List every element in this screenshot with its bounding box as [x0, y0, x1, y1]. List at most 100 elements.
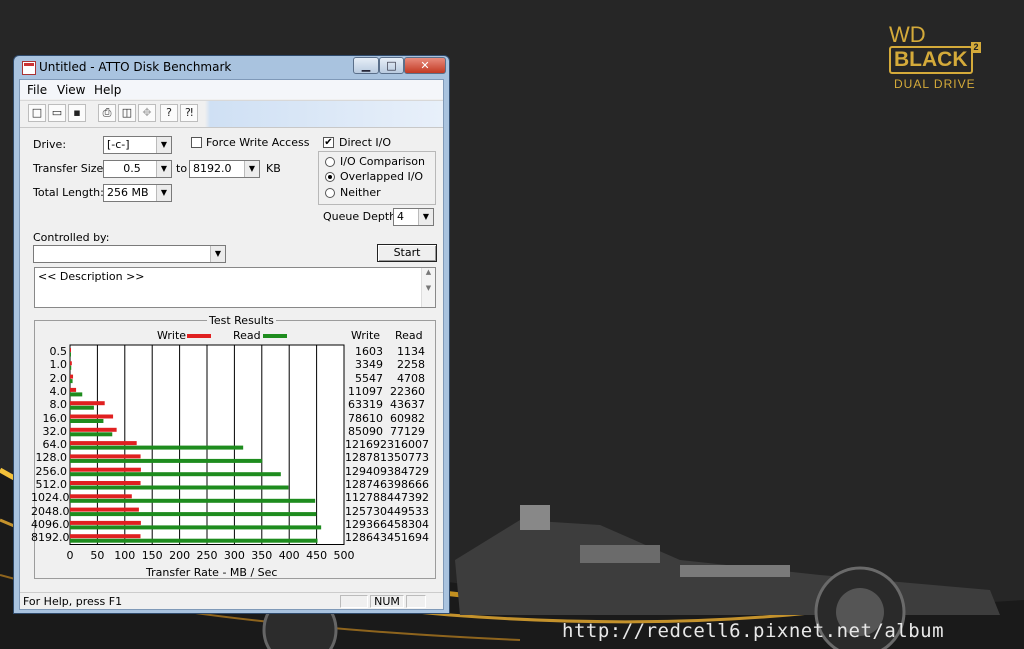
brand-black: BLACK 2	[889, 42, 981, 74]
maximize-button[interactable]: □	[379, 57, 404, 74]
write-value: 128643	[345, 531, 387, 545]
read-value: 451694	[387, 531, 429, 545]
y-tick-label: 64.0	[42, 438, 68, 452]
x-tick-label: 0	[66, 548, 74, 562]
y-tick-label: 4096.0	[31, 517, 70, 531]
x-tick-label: 450	[306, 548, 328, 562]
start-button[interactable]: Start	[377, 244, 437, 262]
app-icon	[22, 61, 36, 75]
atto-window: Untitled - ATTO Disk Benchmark ▁ □ ✕ Fil…	[13, 55, 450, 614]
y-tick-label: 8192.0	[31, 531, 70, 545]
queue-depth-select[interactable]: 4 ▼	[393, 208, 434, 226]
context-help-icon[interactable]: ⁈	[180, 104, 198, 122]
write-bar	[70, 534, 141, 539]
direct-io-checkbox[interactable]: ✔	[323, 137, 334, 148]
test-results-panel: Test Results Write Read Write Read 0.5 1.…	[31, 314, 436, 579]
write-bar	[70, 374, 74, 379]
drive-label: Drive:	[33, 138, 67, 151]
controlled-by-select[interactable]: ▼	[33, 245, 226, 263]
y-tick-label: 128.0	[35, 451, 68, 465]
y-tick-label: 512.0	[35, 478, 68, 491]
controlled-by-label: Controlled by:	[33, 231, 110, 244]
io-comparison-label: I/O Comparison	[340, 155, 425, 168]
status-pane-empty2	[406, 595, 426, 608]
brand-wd: WD	[889, 22, 926, 47]
read-bar	[70, 485, 289, 490]
y-tick-label: 1024.0	[31, 491, 70, 505]
read-bar	[70, 538, 318, 543]
read-value: 316007	[387, 438, 429, 452]
read-value: 77129	[390, 424, 425, 438]
total-length-select[interactable]: 256 MB ▼	[103, 184, 172, 202]
read-value: 22360	[390, 384, 425, 398]
open-folder-icon[interactable]: ▭	[48, 104, 66, 122]
read-bar	[70, 445, 244, 450]
title-bar[interactable]: Untitled - ATTO Disk Benchmark ▁ □ ✕	[14, 56, 449, 80]
chevron-down-icon: ▼	[156, 185, 171, 201]
x-tick-label: 300	[223, 548, 245, 562]
menu-help[interactable]: Help	[94, 83, 121, 97]
minimize-button[interactable]: ▁	[353, 57, 379, 74]
write-bar	[70, 361, 72, 366]
read-value: 384729	[387, 464, 429, 478]
move-icon[interactable]: ✥	[138, 104, 156, 122]
y-tick-label: 16.0	[42, 411, 68, 425]
neither-radio[interactable]	[325, 188, 335, 198]
write-bar	[70, 507, 139, 512]
menu-bar: File View Help	[20, 80, 443, 99]
write-bar	[70, 454, 141, 459]
status-bar: For Help, press F1 NUM	[20, 592, 443, 611]
help-icon[interactable]: ?	[160, 104, 178, 122]
read-bar	[70, 525, 322, 530]
write-value: 5547	[355, 371, 383, 385]
x-tick-label: 100	[114, 548, 136, 562]
menu-file[interactable]: File	[27, 83, 47, 97]
save-icon[interactable]: ▪	[68, 104, 86, 122]
write-bar	[70, 401, 105, 406]
print-preview-icon[interactable]: ◫	[118, 104, 136, 122]
io-comparison-radio[interactable]	[325, 157, 335, 167]
write-value: 128746	[345, 478, 387, 491]
read-bar	[70, 352, 71, 357]
queue-depth-label: Queue Depth:	[323, 210, 400, 223]
read-value: 458304	[387, 517, 429, 531]
x-tick-label: 150	[141, 548, 163, 562]
write-value: 1603	[355, 345, 383, 358]
read-value: 449533	[387, 504, 429, 518]
read-value: 350773	[387, 451, 429, 465]
write-value: 125730	[345, 504, 387, 518]
y-tick-label: 1.0	[49, 358, 68, 372]
read-bar	[70, 379, 73, 384]
read-bar	[70, 365, 72, 370]
y-tick-label: 32.0	[42, 424, 68, 438]
write-value: 11097	[348, 384, 383, 398]
write-value: 129366	[345, 517, 387, 531]
read-value: 2258	[397, 358, 425, 372]
write-value: 63319	[348, 398, 383, 412]
menu-view[interactable]: View	[57, 83, 85, 97]
new-file-icon[interactable]: □	[28, 104, 46, 122]
transfer-to-select[interactable]: 8192.0 ▼	[189, 160, 260, 178]
force-write-checkbox[interactable]	[191, 137, 202, 148]
print-icon[interactable]: ⎙	[98, 104, 116, 122]
write-value: 121692	[345, 438, 387, 452]
read-value: 4708	[397, 371, 425, 385]
read-bar	[70, 498, 316, 503]
wd-black-logo: WD BLACK 2 DUAL DRIVE	[889, 22, 981, 91]
chevron-down-icon: ▼	[244, 161, 259, 177]
x-tick-label: 500	[333, 548, 355, 562]
overlapped-io-label: Overlapped I/O	[340, 170, 424, 183]
write-value: 129409	[345, 464, 387, 478]
close-button[interactable]: ✕	[404, 57, 446, 74]
drive-select[interactable]: [-c-] ▼	[103, 136, 172, 154]
transfer-from-select[interactable]: 0.5 ▼	[103, 160, 172, 178]
chevron-down-icon: ▼	[210, 246, 225, 262]
window-client: File View Help □ ▭ ▪ ⎙ ◫ ✥ ? ⁈ Drive: [-…	[19, 79, 444, 610]
total-length-label: Total Length:	[33, 186, 104, 199]
overlapped-io-radio[interactable]	[325, 172, 335, 182]
write-bar	[70, 494, 132, 499]
x-tick-label: 200	[169, 548, 191, 562]
description-scrollbar[interactable]: ▲ ▼	[421, 268, 435, 307]
kb-label: KB	[266, 162, 281, 175]
description-box[interactable]: << Description >> ▲ ▼	[34, 267, 436, 308]
